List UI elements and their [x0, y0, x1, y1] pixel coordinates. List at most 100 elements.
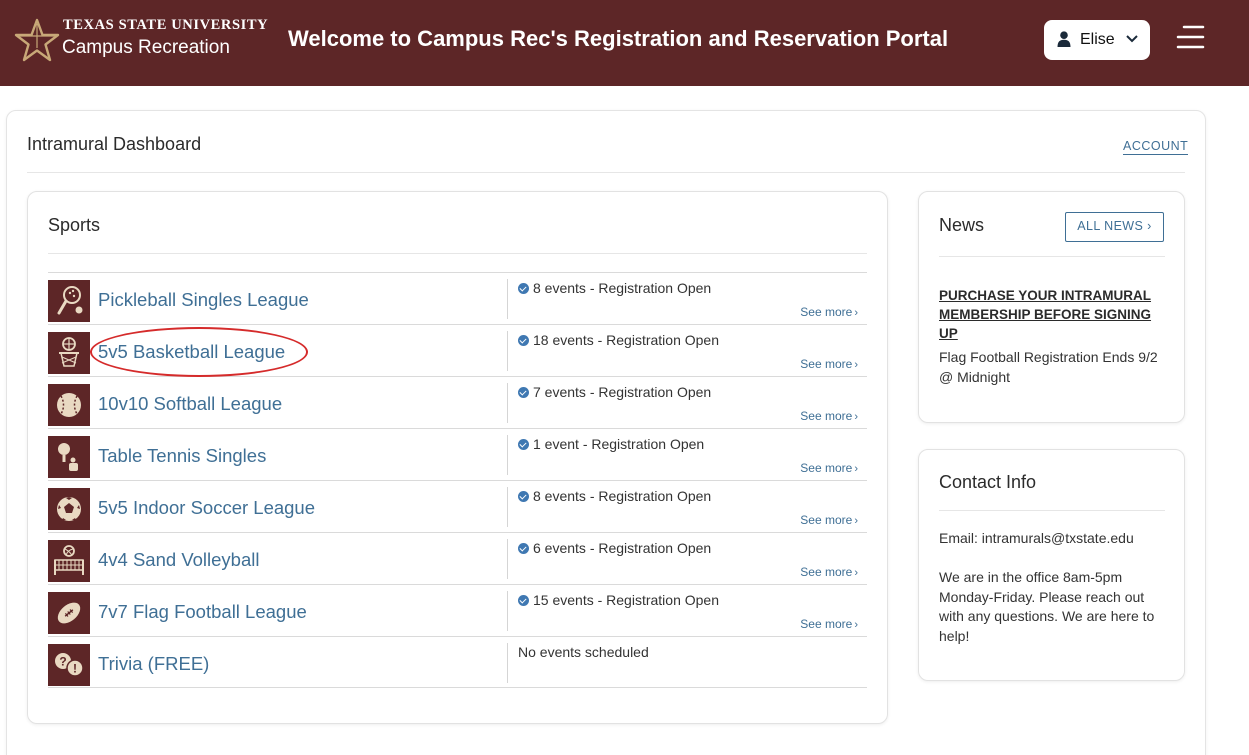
softball-icon: [48, 384, 90, 426]
column-divider: [507, 331, 508, 371]
sport-name-link[interactable]: Pickleball Singles League: [98, 289, 309, 311]
page-title: Intramural Dashboard: [27, 134, 202, 154]
event-status: 8 events - Registration Open: [518, 280, 711, 296]
pickleball-icon: [48, 280, 90, 322]
svg-text:?: ?: [59, 655, 66, 669]
sport-row: 7v7 Flag Football League 15 events - Regi…: [48, 584, 867, 636]
check-circle-icon: [518, 335, 529, 346]
sport-name-link[interactable]: 10v10 Softball League: [98, 393, 282, 415]
svg-text:!: !: [73, 662, 77, 676]
see-more-label: See more: [800, 305, 853, 319]
event-status-text: 6 events - Registration Open: [533, 540, 712, 556]
event-status-text: 15 events - Registration Open: [533, 592, 719, 608]
event-status-text: 18 events - Registration Open: [533, 332, 719, 348]
chevron-right-icon: ›: [854, 619, 858, 631]
check-circle-icon: [518, 595, 529, 606]
star-logo-icon: [14, 18, 60, 62]
news-title: News: [939, 215, 985, 235]
account-link[interactable]: ACCOUNT: [1123, 139, 1189, 155]
campus-rec-logo[interactable]: TEXAS STATE UNIVERSITY Campus Recreation: [14, 16, 268, 64]
event-status: 8 events - Registration Open: [518, 488, 711, 504]
check-circle-icon: [518, 283, 529, 294]
chevron-right-icon: ›: [1147, 219, 1152, 233]
column-divider: [507, 383, 508, 423]
chevron-right-icon: ›: [854, 359, 858, 371]
event-status: 7 events - Registration Open: [518, 384, 711, 400]
top-header-bar: TEXAS STATE UNIVERSITY Campus Recreation…: [0, 0, 1249, 86]
football-icon: [48, 592, 90, 634]
event-status: 15 events - Registration Open: [518, 592, 719, 608]
sport-row: 5v5 Basketball League 18 events - Registr…: [48, 324, 867, 376]
basketball-icon: [48, 332, 90, 374]
sport-row: 5v5 Indoor Soccer League 8 events - Regis…: [48, 480, 867, 532]
chevron-right-icon: ›: [854, 411, 858, 423]
chevron-down-icon: [1126, 35, 1138, 43]
soccer-ball-icon: [48, 488, 90, 530]
sport-name-link[interactable]: 7v7 Flag Football League: [98, 601, 307, 623]
column-divider: [507, 435, 508, 475]
sport-name-link[interactable]: 4v4 Sand Volleyball: [98, 549, 259, 571]
see-more-label: See more: [800, 617, 853, 631]
see-more-label: See more: [800, 461, 853, 475]
check-circle-icon: [518, 491, 529, 502]
news-body: Flag Football Registration Ends 9/2 @ Mi…: [939, 349, 1158, 385]
see-more-link[interactable]: See more ›: [800, 305, 858, 319]
see-more-label: See more: [800, 357, 853, 371]
column-divider: [507, 643, 508, 683]
sport-row: 4v4 Sand Volleyball 6 events - Registrati…: [48, 532, 867, 584]
see-more-link[interactable]: See more ›: [800, 513, 858, 527]
see-more-label: See more: [800, 409, 853, 423]
chevron-right-icon: ›: [854, 515, 858, 527]
divider: [48, 253, 867, 254]
sport-name-link[interactable]: Table Tennis Singles: [98, 445, 266, 467]
see-more-link[interactable]: See more ›: [800, 461, 858, 475]
sport-name-link[interactable]: Trivia (FREE): [98, 653, 209, 675]
welcome-title: Welcome to Campus Rec's Registration and…: [288, 26, 949, 51]
see-more-link[interactable]: See more ›: [800, 617, 858, 631]
sport-name-link[interactable]: 5v5 Basketball League: [98, 341, 285, 363]
event-status-text: No events scheduled: [518, 644, 649, 660]
event-status: 1 event - Registration Open: [518, 436, 704, 452]
see-more-link[interactable]: See more ›: [800, 565, 858, 579]
see-more-label: See more: [800, 513, 853, 527]
contact-email: Email: intramurals@txstate.edu: [939, 530, 1134, 546]
column-divider: [507, 487, 508, 527]
hamburger-menu-icon[interactable]: [1174, 24, 1206, 52]
event-status: 18 events - Registration Open: [518, 332, 719, 348]
chevron-right-icon: ›: [854, 307, 858, 319]
university-name: TEXAS STATE UNIVERSITY: [63, 17, 269, 33]
volleyball-net-icon: [48, 540, 90, 582]
event-status-text: 8 events - Registration Open: [533, 488, 712, 504]
contact-title: Contact Info: [939, 472, 1037, 492]
chevron-right-icon: ›: [854, 463, 858, 475]
event-status-text: 7 events - Registration Open: [533, 384, 712, 400]
sport-row: Pickleball Singles League 8 events - Regi…: [48, 272, 867, 324]
all-news-button[interactable]: ALL NEWS ›: [1065, 212, 1164, 242]
divider: [939, 510, 1165, 511]
sports-title: Sports: [48, 215, 101, 235]
event-status-text: 8 events - Registration Open: [533, 280, 712, 296]
person-icon: [1057, 31, 1071, 47]
sport-row: 10v10 Softball League 7 events - Registra…: [48, 376, 867, 428]
all-news-label: ALL NEWS: [1077, 219, 1144, 233]
column-divider: [507, 279, 508, 319]
see-more-link[interactable]: See more ›: [800, 409, 858, 423]
department-name: Campus Recreation: [62, 37, 230, 58]
see-more-link[interactable]: See more ›: [800, 357, 858, 371]
check-circle-icon: [518, 387, 529, 398]
table-tennis-icon: [48, 436, 90, 478]
sport-row: ?! Trivia (FREE) No events scheduled: [48, 636, 867, 688]
check-circle-icon: [518, 543, 529, 554]
news-headline-link[interactable]: PURCHASE YOUR INTRAMURAL MEMBERSHIP BEFO…: [939, 286, 1165, 343]
see-more-label: See more: [800, 565, 853, 579]
user-name: Elise: [1080, 31, 1115, 48]
column-divider: [507, 539, 508, 579]
divider: [939, 256, 1165, 257]
divider: [27, 172, 1185, 173]
event-status: 6 events - Registration Open: [518, 540, 711, 556]
event-status-text: 1 event - Registration Open: [533, 436, 705, 452]
user-menu-button[interactable]: Elise: [1044, 20, 1150, 60]
column-divider: [507, 591, 508, 631]
sport-name-link[interactable]: 5v5 Indoor Soccer League: [98, 497, 315, 519]
event-status: No events scheduled: [518, 644, 649, 660]
